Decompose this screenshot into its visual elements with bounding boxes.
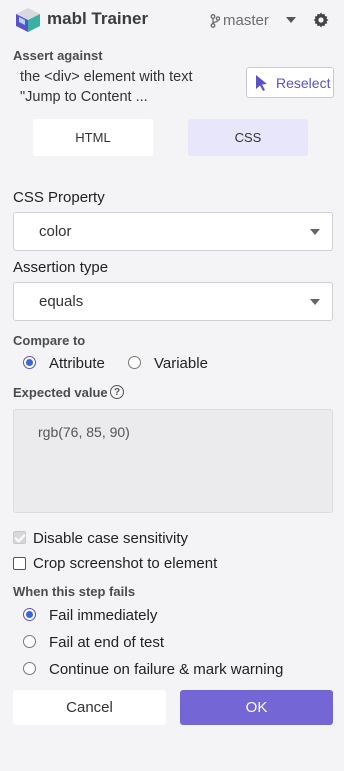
cancel-button[interactable]: Cancel [13,690,166,725]
css-property-label: CSS Property [13,189,105,206]
chevron-down-icon [310,299,320,305]
radio-attribute[interactable] [23,356,36,369]
ok-button[interactable]: OK [180,690,333,725]
assertion-type-select[interactable]: equals [13,282,333,321]
assert-against-label: Assert against [13,48,103,63]
radio-fail-immediately-label: Fail immediately [49,607,158,624]
branch-selector[interactable]: master [210,12,269,29]
expected-value-label: Expected value [13,385,108,400]
chevron-down-icon[interactable] [286,17,296,23]
gear-icon[interactable] [313,12,329,28]
assertion-type-value: equals [39,293,84,310]
tab-html[interactable]: HTML [33,119,153,156]
cursor-icon [256,75,267,91]
crop-screenshot-label: Crop screenshot to element [33,555,218,572]
css-property-value: color [39,223,72,240]
mabl-logo-icon [16,8,40,32]
branch-name: master [223,12,269,29]
assertion-type-label: Assertion type [13,259,109,276]
chevron-down-icon [310,229,320,235]
radio-continue-on-failure-label: Continue on failure & mark warning [49,661,284,678]
tab-css[interactable]: CSS [188,119,308,156]
radio-variable-label: Variable [154,355,208,372]
help-icon[interactable]: ? [110,385,124,399]
branch-icon [210,13,220,28]
disable-case-sensitivity-label: Disable case sensitivity [33,530,189,547]
radio-fail-immediately[interactable] [23,608,36,621]
crop-screenshot-checkbox[interactable] [13,557,26,570]
radio-continue-on-failure[interactable] [23,662,36,675]
compare-to-label: Compare to [13,333,86,348]
radio-variable[interactable] [128,356,141,369]
reselect-label: Reselect [276,74,331,91]
disable-case-sensitivity-checkbox[interactable] [13,531,26,544]
radio-fail-end-of-test-label: Fail at end of test [49,634,165,651]
header-bar: mabl Trainer master [0,0,344,42]
radio-fail-end-of-test[interactable] [23,635,36,648]
reselect-button[interactable]: Reselect [246,67,334,98]
radio-attribute-label: Attribute [49,355,105,372]
app-title: mabl Trainer [47,9,149,28]
on-failure-label: When this step fails [13,584,136,599]
css-property-select[interactable]: color [13,212,333,251]
assert-target-text: the <div> element with text "Jump to Con… [20,69,193,105]
expected-value-input[interactable]: rgb(76, 85, 90) [13,409,333,513]
